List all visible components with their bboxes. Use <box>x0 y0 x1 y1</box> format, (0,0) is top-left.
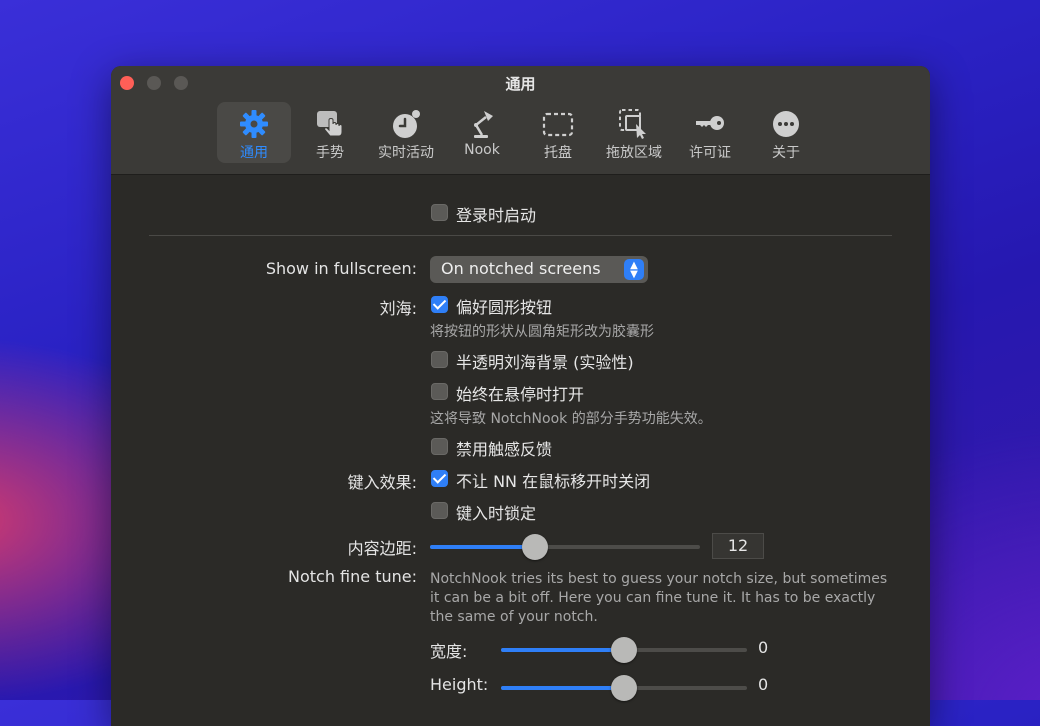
notch-height-value: 0 <box>758 675 769 694</box>
content-padding-label: 内容边距: <box>347 539 417 558</box>
gear-icon <box>240 110 268 138</box>
chevron-up-down-icon: ▲ ▼ <box>624 259 644 280</box>
prefer-round-buttons-hint: 将按钮的形状从圆角矩形改为胶囊形 <box>430 324 654 340</box>
slider-fill <box>501 648 624 652</box>
tab-tray[interactable]: 托盘 <box>521 102 595 163</box>
hand-pointer-icon <box>317 111 343 137</box>
translucent-bg-checkbox[interactable] <box>431 351 448 368</box>
content-padding-value-field[interactable]: 12 <box>712 533 764 559</box>
show-in-fullscreen-select[interactable]: On notched screens ▲ ▼ <box>430 256 648 283</box>
prefer-round-buttons-label: 偏好圆形按钮 <box>456 298 553 317</box>
translucent-bg-label: 半透明刘海背景 (实验性) <box>456 353 634 372</box>
launch-at-login-row: 登录时启动 <box>111 201 930 225</box>
launch-at-login-label: 登录时启动 <box>456 206 537 225</box>
tab-drop-zone[interactable]: 拖放区域 <box>597 102 671 163</box>
notch-height-label: Height: <box>430 675 489 694</box>
notch-fine-tune-label: Notch fine tune: <box>288 567 417 586</box>
no-close-on-move-row: 键入效果: 不让 NN 在鼠标移开时关闭 <box>111 467 930 492</box>
window-title: 通用 <box>505 75 536 93</box>
typing-section-label: 键入效果: <box>347 473 417 492</box>
always-open-hover-label: 始终在悬停时打开 <box>456 385 585 404</box>
always-open-hover-hint: 这将导致 NotchNook 的部分手势功能失效。 <box>430 411 712 427</box>
slider-knob[interactable] <box>611 637 637 663</box>
tab-label: Nook <box>464 142 500 158</box>
show-in-fullscreen-value: On notched screens <box>441 259 601 278</box>
notch-width-value: 0 <box>758 638 769 657</box>
tab-label: 许可证 <box>689 145 731 161</box>
tab-label: 关于 <box>772 145 800 161</box>
notch-height-slider[interactable] <box>501 675 747 701</box>
lock-while-typing-checkbox[interactable] <box>431 502 448 519</box>
tab-live-activities[interactable]: 实时活动 <box>369 102 443 163</box>
general-settings-pane: 登录时启动 Show in fullscreen: On notched scr… <box>111 175 930 726</box>
tab-license[interactable]: 许可证 <box>673 102 747 163</box>
tab-label: 通用 <box>240 145 268 161</box>
always-open-hover-checkbox[interactable] <box>431 383 448 400</box>
ellipsis-circle-icon <box>773 111 799 137</box>
clock-badge-icon <box>393 110 420 138</box>
prefer-round-buttons-row: 刘海: 偏好圆形按钮 <box>111 293 930 318</box>
tab-label: 实时活动 <box>378 145 434 161</box>
always-open-hover-row: 始终在悬停时打开 <box>111 380 930 404</box>
lock-while-typing-label: 键入时锁定 <box>456 504 537 523</box>
tab-general[interactable]: 通用 <box>217 102 291 163</box>
tab-label: 手势 <box>316 145 344 161</box>
slider-knob[interactable] <box>611 675 637 701</box>
section-divider <box>149 235 892 236</box>
lock-while-typing-row: 键入时锁定 <box>111 499 930 523</box>
title-bar: 通用 通用 手势 实时活动 Nook 托盘 拖放区域 许可证 关于 <box>111 66 930 175</box>
tab-label: 拖放区域 <box>606 145 662 161</box>
slider-fill <box>430 545 535 549</box>
no-close-on-move-label: 不让 NN 在鼠标移开时关闭 <box>456 472 651 491</box>
dashed-tray-icon <box>542 112 574 137</box>
no-close-on-move-checkbox[interactable] <box>431 470 448 487</box>
slider-knob[interactable] <box>522 534 548 560</box>
slider-fill <box>501 686 624 690</box>
tab-gestures[interactable]: 手势 <box>293 102 367 163</box>
launch-at-login-checkbox[interactable] <box>431 204 448 221</box>
disable-haptics-checkbox[interactable] <box>431 438 448 455</box>
drop-zone-icon <box>619 109 646 139</box>
content-padding-slider[interactable] <box>430 534 700 560</box>
notch-section-label: 刘海: <box>379 299 417 318</box>
notch-fine-tune-description: NotchNook tries its best to guess your n… <box>430 571 888 625</box>
disable-haptics-label: 禁用触感反馈 <box>456 440 553 459</box>
prefer-round-buttons-checkbox[interactable] <box>431 296 448 313</box>
key-icon <box>696 116 724 130</box>
disable-haptics-row: 禁用触感反馈 <box>111 435 930 459</box>
desk-lamp-icon <box>474 111 493 138</box>
notch-width-label: 宽度: <box>430 642 468 661</box>
notch-width-slider[interactable] <box>501 637 747 663</box>
tab-about[interactable]: 关于 <box>749 102 823 163</box>
settings-window: 通用 通用 手势 实时活动 Nook 托盘 拖放区域 许可证 关于 登录时启动 … <box>111 66 930 726</box>
translucent-bg-row: 半透明刘海背景 (实验性) <box>111 348 930 372</box>
show-in-fullscreen-label: Show in fullscreen: <box>265 259 417 278</box>
tab-nook[interactable]: Nook <box>445 102 519 163</box>
tab-label: 托盘 <box>544 145 572 161</box>
